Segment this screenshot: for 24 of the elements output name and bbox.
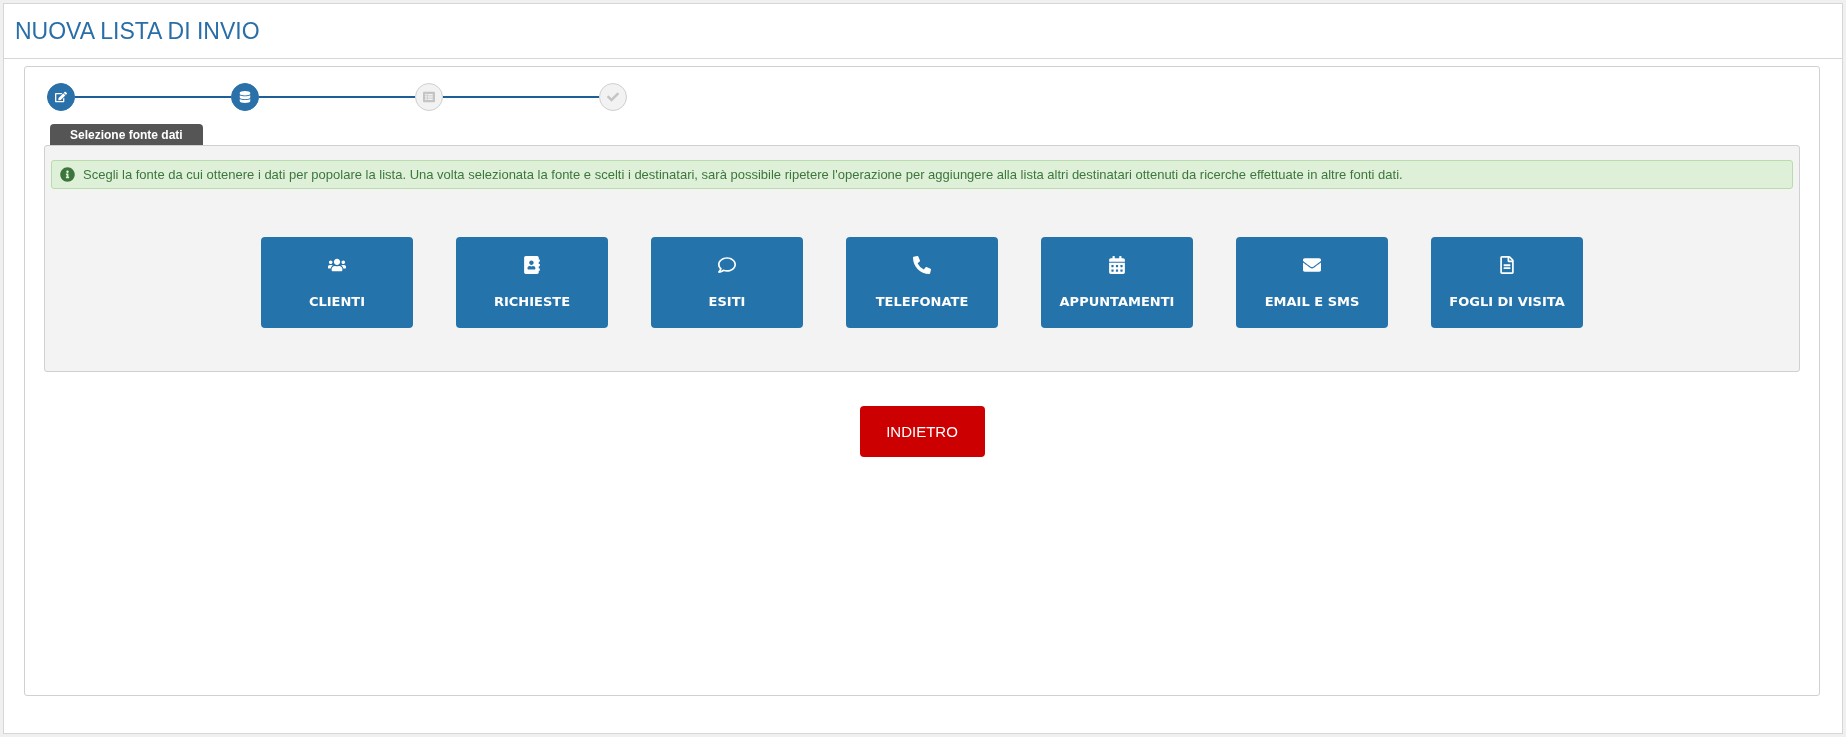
- database-icon: [239, 91, 251, 103]
- edit-icon: [55, 91, 67, 103]
- check-icon: [607, 91, 619, 103]
- step-indicator[interactable]: [47, 83, 75, 111]
- page-title: NUOVA LISTA DI INVIO: [15, 17, 260, 45]
- envelope-icon: [1303, 256, 1321, 274]
- address-book-icon: [523, 256, 541, 274]
- list-icon: [423, 91, 435, 103]
- source-button[interactable]: EMAIL E SMS: [1236, 237, 1388, 328]
- source-button[interactable]: RICHIESTE: [456, 237, 608, 328]
- document-icon: [1498, 256, 1516, 274]
- users-icon: [328, 256, 346, 274]
- source-button[interactable]: ESITI: [651, 237, 803, 328]
- source-button[interactable]: TELEFONATE: [846, 237, 998, 328]
- source-button[interactable]: FOGLI DI VISITA: [1431, 237, 1583, 328]
- source-button[interactable]: APPUNTAMENTI: [1041, 237, 1193, 328]
- calendar-icon: [1108, 256, 1126, 274]
- info-text: Scegli la fonte da cui ottenere i dati per popolare la lista. Una volta selezionata la fonte e scelti i destinatari, sarà possibile ripetere l'operazione per aggiungere alla lista altri destinatari ottenuti da ricerche effettuate in altre fonti dati.: [83, 167, 1403, 182]
- speech-bubble-icon: [718, 256, 736, 274]
- source-button[interactable]: CLIENTI: [261, 237, 413, 328]
- phone-icon: [913, 256, 931, 274]
- info-icon: [60, 167, 75, 182]
- back-button[interactable]: INDIETRO: [859, 406, 985, 457]
- step-indicator[interactable]: [231, 83, 259, 111]
